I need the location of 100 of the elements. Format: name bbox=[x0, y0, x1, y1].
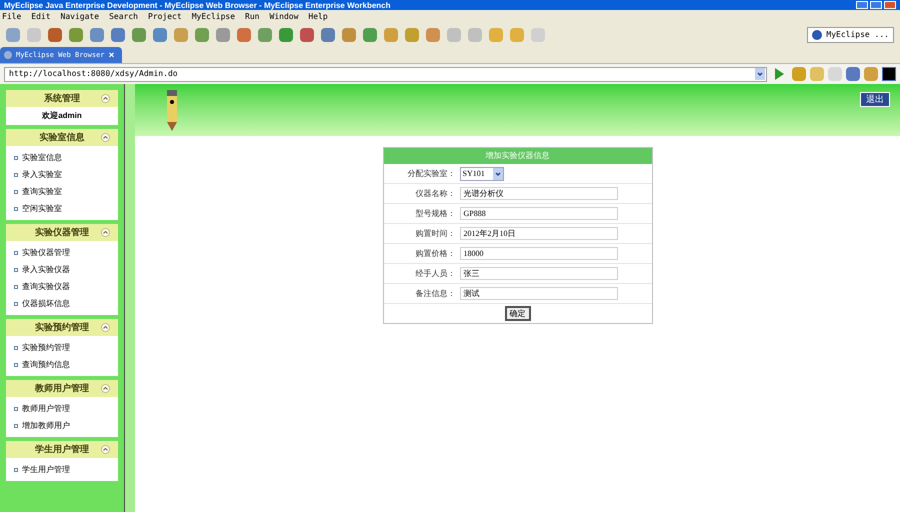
sidebar-link[interactable]: 实验预约管理 bbox=[22, 342, 70, 354]
bullet-icon bbox=[14, 346, 18, 350]
toolbar-icon[interactable] bbox=[792, 67, 806, 81]
close-button[interactable] bbox=[884, 1, 896, 9]
text-field[interactable]: 测试 bbox=[460, 287, 618, 300]
welcome-text: 欢迎admin bbox=[40, 110, 83, 122]
toolbar-icon[interactable] bbox=[810, 67, 824, 81]
sidebar-link[interactable]: 空闲实验室 bbox=[22, 202, 62, 214]
panel-title: 实验预约管理 bbox=[35, 320, 89, 334]
toolbar-icon[interactable] bbox=[174, 28, 188, 42]
toolbar-icon[interactable] bbox=[111, 28, 125, 42]
toolbar-icon[interactable] bbox=[48, 28, 62, 42]
toolbar-icon[interactable] bbox=[237, 28, 251, 42]
collapse-icon[interactable] bbox=[101, 133, 110, 142]
logout-button[interactable]: 退出 bbox=[860, 92, 890, 107]
address-field[interactable]: http://localhost:8080/xdsy/Admin.do bbox=[4, 66, 767, 82]
toolbar-icon[interactable] bbox=[258, 28, 272, 42]
bullet-icon bbox=[14, 424, 18, 428]
toolbar-icon[interactable] bbox=[153, 28, 167, 42]
menu-item[interactable]: Search bbox=[109, 11, 138, 23]
toolbar-icon[interactable] bbox=[300, 28, 314, 42]
toolbar-icon[interactable] bbox=[69, 28, 83, 42]
panel-header[interactable]: 系统管理 bbox=[6, 90, 118, 107]
toolbar-icon[interactable] bbox=[279, 28, 293, 42]
text-field[interactable]: 18000 bbox=[460, 247, 618, 260]
sidebar-link[interactable]: 学生用户管理 bbox=[22, 464, 70, 476]
bullet-icon bbox=[14, 250, 18, 254]
bullet-icon bbox=[14, 206, 18, 210]
collapse-icon[interactable] bbox=[101, 228, 110, 237]
toolbar-icon[interactable] bbox=[489, 28, 503, 42]
text-field[interactable]: 张三 bbox=[460, 267, 618, 280]
toolbar-icon[interactable] bbox=[132, 28, 146, 42]
window-title: MyEclipse Java Enterprise Development - MyEclipse Web Browser - MyEclipse Enterprise Workbench bbox=[3, 0, 391, 10]
collapse-icon[interactable] bbox=[101, 384, 110, 393]
sidebar-link[interactable]: 录入实验室 bbox=[22, 168, 62, 180]
dropdown-icon[interactable] bbox=[492, 168, 502, 180]
panel-title: 实验室信息 bbox=[40, 130, 84, 144]
panel-title: 系统管理 bbox=[44, 92, 80, 105]
sidebar-link[interactable]: 实验室信息 bbox=[22, 152, 62, 164]
bullet-icon bbox=[14, 156, 18, 160]
panel-header[interactable]: 实验预约管理 bbox=[6, 319, 118, 336]
toolbar-icon[interactable] bbox=[90, 28, 104, 42]
sidebar-link[interactable]: 实验仪器管理 bbox=[22, 246, 70, 258]
menu-item[interactable]: Window bbox=[270, 11, 298, 23]
toolbar-icon[interactable] bbox=[342, 28, 356, 42]
view-icon[interactable] bbox=[882, 67, 896, 81]
lab-select[interactable]: SY101 bbox=[460, 166, 504, 180]
bullet-icon bbox=[14, 172, 18, 176]
collapse-icon[interactable] bbox=[101, 323, 110, 332]
sidebar-link[interactable]: 仪器损坏信息 bbox=[22, 298, 70, 310]
panel-header[interactable]: 学生用户管理 bbox=[6, 441, 118, 458]
toolbar-icon[interactable] bbox=[321, 28, 335, 42]
toolbar-icon[interactable] bbox=[363, 28, 377, 42]
toolbar-icon[interactable] bbox=[384, 28, 398, 42]
sidebar-link[interactable]: 增加教师用户 bbox=[22, 420, 70, 432]
bullet-icon bbox=[14, 406, 18, 410]
panel-header[interactable]: 实验室信息 bbox=[6, 129, 118, 146]
toolbar-icon[interactable] bbox=[846, 67, 860, 81]
panel-title: 学生用户管理 bbox=[35, 442, 89, 456]
text-field[interactable]: 2012年2月10日 bbox=[460, 227, 618, 240]
globe-icon bbox=[4, 51, 12, 59]
perspective-button[interactable]: MyEclipse ... bbox=[807, 27, 894, 43]
toolbar-icon[interactable] bbox=[864, 67, 878, 81]
text-field[interactable]: 光谱分析仪 bbox=[460, 187, 618, 200]
bullet-icon bbox=[14, 268, 18, 272]
sidebar-link[interactable]: 查询预约信息 bbox=[22, 358, 70, 370]
menu-item[interactable]: Edit bbox=[31, 11, 51, 23]
panel-header[interactable]: 教师用户管理 bbox=[6, 380, 118, 397]
menu-item[interactable]: Navigate bbox=[60, 11, 100, 23]
toolbar-icon[interactable] bbox=[195, 28, 209, 42]
menu-item[interactable]: Project bbox=[148, 11, 182, 23]
bullet-icon bbox=[14, 190, 18, 194]
menu-item[interactable]: Run bbox=[245, 11, 260, 23]
collapse-icon[interactable] bbox=[101, 94, 110, 103]
collapse-icon[interactable] bbox=[101, 445, 110, 454]
panel-title: 教师用户管理 bbox=[35, 382, 89, 395]
field-label: 分配实验室： bbox=[406, 168, 456, 180]
text-field[interactable]: GP888 bbox=[460, 207, 618, 220]
sidebar-link[interactable]: 录入实验仪器 bbox=[22, 264, 70, 276]
globe-icon bbox=[812, 30, 822, 40]
maximize-button[interactable] bbox=[870, 1, 882, 9]
toolbar-icon[interactable] bbox=[405, 28, 419, 42]
menu-item[interactable]: MyEclipse bbox=[192, 11, 236, 23]
panel-title: 实验仪器管理 bbox=[35, 226, 89, 239]
menu-item[interactable]: Help bbox=[308, 11, 328, 23]
close-icon[interactable]: × bbox=[108, 48, 115, 62]
sidebar-link[interactable]: 教师用户管理 bbox=[22, 402, 70, 414]
toolbar-icon[interactable] bbox=[510, 28, 524, 42]
panel-header[interactable]: 实验仪器管理 bbox=[6, 224, 118, 241]
submit-button[interactable]: 确定 bbox=[504, 306, 530, 321]
field-label: 购置时间： bbox=[414, 228, 456, 240]
toolbar-icon[interactable] bbox=[426, 28, 440, 42]
sidebar-link[interactable]: 查询实验室 bbox=[22, 186, 62, 198]
dropdown-icon[interactable] bbox=[754, 68, 766, 80]
minimize-button[interactable] bbox=[856, 1, 868, 9]
toolbar-icon[interactable] bbox=[6, 28, 20, 42]
menu-item[interactable]: File bbox=[2, 11, 22, 23]
sidebar-link[interactable]: 查询实验仪器 bbox=[22, 280, 70, 292]
bullet-icon bbox=[14, 302, 18, 306]
toolbar-icon[interactable] bbox=[216, 28, 230, 42]
